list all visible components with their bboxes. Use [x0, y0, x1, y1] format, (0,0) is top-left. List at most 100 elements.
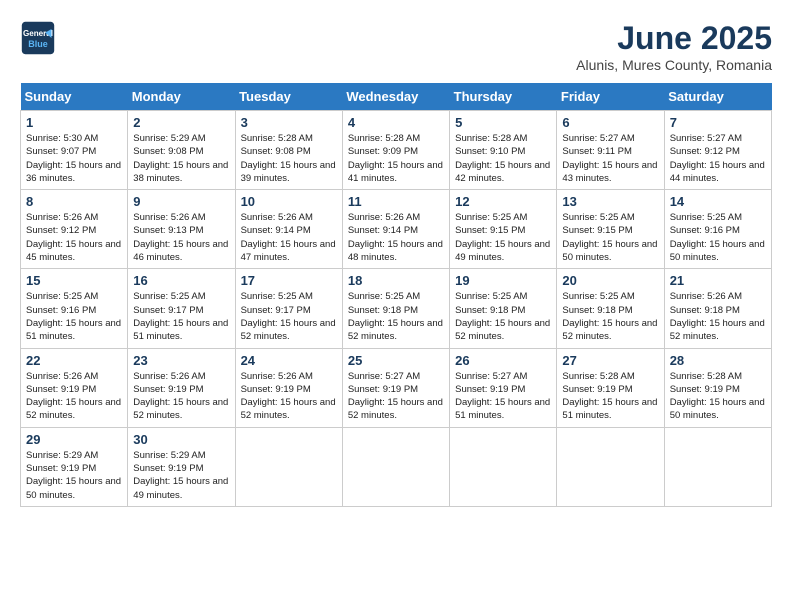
day-cell-18: 18 Sunrise: 5:25 AMSunset: 9:18 PMDayligh…	[342, 269, 449, 348]
header-cell-thursday: Thursday	[450, 83, 557, 111]
day-number: 25	[348, 353, 444, 368]
empty-cell	[450, 427, 557, 506]
day-cell-10: 10 Sunrise: 5:26 AMSunset: 9:14 PMDayligh…	[235, 190, 342, 269]
day-cell-11: 11 Sunrise: 5:26 AMSunset: 9:14 PMDayligh…	[342, 190, 449, 269]
day-number: 1	[26, 115, 122, 130]
day-info: Sunrise: 5:28 AMSunset: 9:19 PMDaylight:…	[670, 370, 766, 423]
day-cell-14: 14 Sunrise: 5:25 AMSunset: 9:16 PMDayligh…	[664, 190, 771, 269]
day-cell-7: 7Sunrise: 5:27 AMSunset: 9:12 PMDaylight…	[664, 111, 771, 190]
header-cell-friday: Friday	[557, 83, 664, 111]
day-info: Sunrise: 5:26 AMSunset: 9:19 PMDaylight:…	[133, 370, 229, 423]
day-info: Sunrise: 5:26 AMSunset: 9:14 PMDaylight:…	[241, 211, 337, 264]
day-cell-13: 13 Sunrise: 5:25 AMSunset: 9:15 PMDayligh…	[557, 190, 664, 269]
day-info: Sunrise: 5:30 AMSunset: 9:07 PMDaylight:…	[26, 132, 122, 185]
day-cell-24: 24 Sunrise: 5:26 AMSunset: 9:19 PMDayligh…	[235, 348, 342, 427]
day-info: Sunrise: 5:25 AMSunset: 9:17 PMDaylight:…	[241, 290, 337, 343]
day-info: Sunrise: 5:28 AMSunset: 9:08 PMDaylight:…	[241, 132, 337, 185]
day-cell-25: 25 Sunrise: 5:27 AMSunset: 9:19 PMDayligh…	[342, 348, 449, 427]
header: General Blue June 2025 Alunis, Mures Cou…	[20, 20, 772, 73]
day-info: Sunrise: 5:25 AMSunset: 9:18 PMDaylight:…	[455, 290, 551, 343]
day-cell-23: 23 Sunrise: 5:26 AMSunset: 9:19 PMDayligh…	[128, 348, 235, 427]
day-cell-5: 5 Sunrise: 5:28 AMSunset: 9:10 PMDaylight…	[450, 111, 557, 190]
day-info: Sunrise: 5:26 AMSunset: 9:12 PMDaylight:…	[26, 211, 122, 264]
day-number: 5	[455, 115, 551, 130]
logo-icon: General Blue	[20, 20, 56, 56]
day-cell-3: 3Sunrise: 5:28 AMSunset: 9:08 PMDaylight…	[235, 111, 342, 190]
day-cell-2: 2 Sunrise: 5:29 AMSunset: 9:08 PMDaylight…	[128, 111, 235, 190]
day-info: Sunrise: 5:26 AMSunset: 9:13 PMDaylight:…	[133, 211, 229, 264]
day-number: 11	[348, 194, 444, 209]
day-info: Sunrise: 5:27 AMSunset: 9:19 PMDaylight:…	[348, 370, 444, 423]
day-info: Sunrise: 5:27 AMSunset: 9:19 PMDaylight:…	[455, 370, 551, 423]
header-cell-tuesday: Tuesday	[235, 83, 342, 111]
day-info: Sunrise: 5:25 AMSunset: 9:18 PMDaylight:…	[562, 290, 658, 343]
empty-cell	[235, 427, 342, 506]
day-number: 23	[133, 353, 229, 368]
calendar-subtitle: Alunis, Mures County, Romania	[576, 57, 772, 73]
day-cell-22: 22 Sunrise: 5:26 AMSunset: 9:19 PMDayligh…	[21, 348, 128, 427]
day-info: Sunrise: 5:27 AMSunset: 9:12 PMDaylight:…	[670, 132, 766, 185]
day-info: Sunrise: 5:28 AMSunset: 9:10 PMDaylight:…	[455, 132, 551, 185]
week-row-3: 15Sunrise: 5:25 AMSunset: 9:16 PMDayligh…	[21, 269, 772, 348]
week-row-1: 1 Sunrise: 5:30 AMSunset: 9:07 PMDaylight…	[21, 111, 772, 190]
day-number: 18	[348, 273, 444, 288]
day-number: 9	[133, 194, 229, 209]
day-number: 20	[562, 273, 658, 288]
day-info: Sunrise: 5:29 AMSunset: 9:19 PMDaylight:…	[133, 449, 229, 502]
day-cell-19: 19 Sunrise: 5:25 AMSunset: 9:18 PMDayligh…	[450, 269, 557, 348]
svg-text:Blue: Blue	[28, 39, 48, 49]
day-cell-26: 26 Sunrise: 5:27 AMSunset: 9:19 PMDayligh…	[450, 348, 557, 427]
day-info: Sunrise: 5:28 AMSunset: 9:19 PMDaylight:…	[562, 370, 658, 423]
day-cell-28: 28 Sunrise: 5:28 AMSunset: 9:19 PMDayligh…	[664, 348, 771, 427]
day-number: 14	[670, 194, 766, 209]
day-cell-15: 15Sunrise: 5:25 AMSunset: 9:16 PMDayligh…	[21, 269, 128, 348]
day-info: Sunrise: 5:29 AMSunset: 9:08 PMDaylight:…	[133, 132, 229, 185]
day-info: Sunrise: 5:26 AMSunset: 9:19 PMDaylight:…	[241, 370, 337, 423]
calendar-table: SundayMondayTuesdayWednesdayThursdayFrid…	[20, 83, 772, 507]
day-cell-6: 6 Sunrise: 5:27 AMSunset: 9:11 PMDaylight…	[557, 111, 664, 190]
header-cell-monday: Monday	[128, 83, 235, 111]
empty-cell	[664, 427, 771, 506]
day-number: 26	[455, 353, 551, 368]
day-cell-16: 16Sunrise: 5:25 AMSunset: 9:17 PMDayligh…	[128, 269, 235, 348]
day-number: 27	[562, 353, 658, 368]
day-info: Sunrise: 5:26 AMSunset: 9:18 PMDaylight:…	[670, 290, 766, 343]
day-info: Sunrise: 5:26 AMSunset: 9:19 PMDaylight:…	[26, 370, 122, 423]
day-number: 29	[26, 432, 122, 447]
day-cell-12: 12 Sunrise: 5:25 AMSunset: 9:15 PMDayligh…	[450, 190, 557, 269]
day-info: Sunrise: 5:26 AMSunset: 9:14 PMDaylight:…	[348, 211, 444, 264]
day-number: 6	[562, 115, 658, 130]
day-number: 24	[241, 353, 337, 368]
day-info: Sunrise: 5:29 AMSunset: 9:19 PMDaylight:…	[26, 449, 122, 502]
day-info: Sunrise: 5:25 AMSunset: 9:15 PMDaylight:…	[455, 211, 551, 264]
day-number: 17	[241, 273, 337, 288]
day-info: Sunrise: 5:25 AMSunset: 9:18 PMDaylight:…	[348, 290, 444, 343]
day-number: 4	[348, 115, 444, 130]
day-info: Sunrise: 5:28 AMSunset: 9:09 PMDaylight:…	[348, 132, 444, 185]
day-number: 22	[26, 353, 122, 368]
day-number: 19	[455, 273, 551, 288]
day-number: 21	[670, 273, 766, 288]
week-row-5: 29 Sunrise: 5:29 AMSunset: 9:19 PMDayligh…	[21, 427, 772, 506]
empty-cell	[557, 427, 664, 506]
day-number: 13	[562, 194, 658, 209]
day-number: 28	[670, 353, 766, 368]
day-cell-8: 8Sunrise: 5:26 AMSunset: 9:12 PMDaylight…	[21, 190, 128, 269]
week-row-4: 22 Sunrise: 5:26 AMSunset: 9:19 PMDayligh…	[21, 348, 772, 427]
day-info: Sunrise: 5:25 AMSunset: 9:16 PMDaylight:…	[670, 211, 766, 264]
day-cell-4: 4 Sunrise: 5:28 AMSunset: 9:09 PMDaylight…	[342, 111, 449, 190]
day-info: Sunrise: 5:25 AMSunset: 9:15 PMDaylight:…	[562, 211, 658, 264]
day-number: 10	[241, 194, 337, 209]
day-cell-17: 17 Sunrise: 5:25 AMSunset: 9:17 PMDayligh…	[235, 269, 342, 348]
day-number: 12	[455, 194, 551, 209]
day-info: Sunrise: 5:25 AMSunset: 9:16 PMDaylight:…	[26, 290, 122, 343]
title-area: June 2025 Alunis, Mures County, Romania	[576, 20, 772, 73]
header-cell-wednesday: Wednesday	[342, 83, 449, 111]
day-info: Sunrise: 5:27 AMSunset: 9:11 PMDaylight:…	[562, 132, 658, 185]
day-number: 30	[133, 432, 229, 447]
header-row: SundayMondayTuesdayWednesdayThursdayFrid…	[21, 83, 772, 111]
calendar-title: June 2025	[576, 20, 772, 57]
day-number: 2	[133, 115, 229, 130]
empty-cell	[342, 427, 449, 506]
day-cell-1: 1 Sunrise: 5:30 AMSunset: 9:07 PMDaylight…	[21, 111, 128, 190]
